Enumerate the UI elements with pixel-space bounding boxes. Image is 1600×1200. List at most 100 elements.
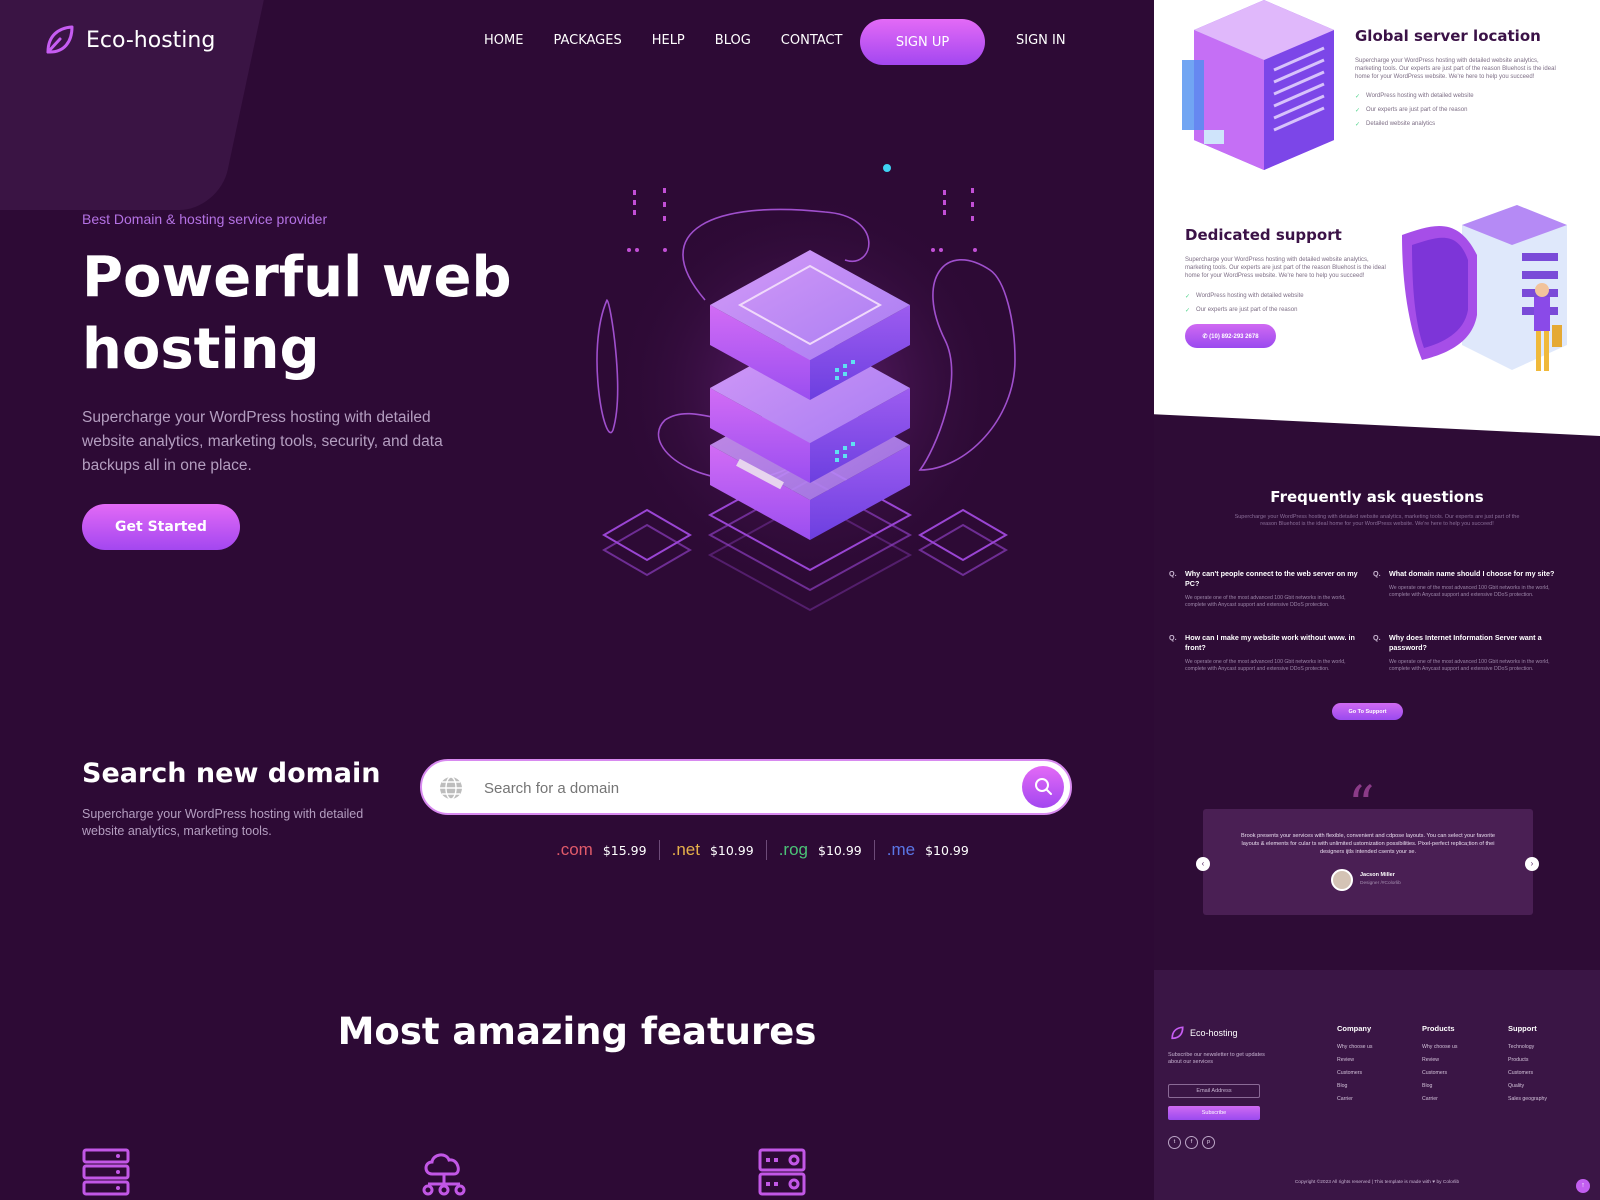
server-rack-icon	[82, 1148, 130, 1196]
phone-number: (10) 892-293 2678	[1209, 333, 1259, 340]
tld-price: $10.99	[709, 842, 754, 858]
check-icon: ✓	[1355, 94, 1361, 100]
footer-link[interactable]: Why choose us	[1337, 1041, 1372, 1054]
global-server-desc: Supercharge your WordPress hosting with …	[1355, 58, 1556, 80]
page-preview-panel: Global server location Supercharge your …	[1154, 0, 1600, 1200]
faq-answer: We operate one of the most advanced 100 …	[1389, 585, 1550, 598]
facebook-icon[interactable]: f	[1185, 1136, 1198, 1149]
subscribe-button[interactable]: Subscribe	[1168, 1106, 1260, 1120]
footer-link[interactable]: Customers	[1337, 1067, 1372, 1080]
leaf-icon	[1171, 1026, 1184, 1040]
chevron-right-icon[interactable]: ›	[1525, 857, 1539, 871]
tld-price: $15.99	[602, 842, 647, 858]
check-icon: ✓	[1185, 308, 1191, 314]
chevron-left-icon[interactable]: ‹	[1196, 857, 1210, 871]
go-to-support-button[interactable]: Go To Support	[1332, 703, 1403, 720]
footer-link[interactable]: Review	[1337, 1054, 1372, 1067]
footer-link[interactable]: Technology	[1508, 1041, 1547, 1054]
search-domain-title: Search new domain	[82, 758, 381, 789]
twitter-icon[interactable]: t	[1168, 1136, 1181, 1149]
domain-search-box	[420, 759, 1072, 815]
nav-blog[interactable]: BLOG	[715, 33, 751, 48]
pinterest-icon[interactable]: p	[1202, 1136, 1215, 1149]
tld-price-list: .com $15.99 .net $10.99 .rog $10.99 .me $10.…	[544, 840, 981, 860]
scroll-top-icon[interactable]: ↑	[1576, 1179, 1590, 1193]
search-domain-description: Supercharge your WordPress hosting with …	[82, 807, 364, 838]
faq-marker: Q.	[1169, 633, 1177, 642]
phone-button[interactable]: ✆ (10) 892-293 2678	[1185, 324, 1276, 348]
nav-contact[interactable]: CONTACT	[781, 33, 843, 48]
footer-link[interactable]: Products	[1508, 1054, 1547, 1067]
server-settings-icon	[758, 1148, 806, 1196]
hero-tagline: Best Domain & hosting service provider	[82, 211, 328, 227]
tld-extension: .me	[886, 840, 916, 859]
faq-subtitle: Supercharge your WordPress hosting with …	[1234, 514, 1520, 527]
feature-list-item: ✓ Our experts are just part of the reason	[1355, 107, 1467, 114]
footer-link[interactable]: Carrier	[1337, 1093, 1372, 1106]
footer-link[interactable]: Blog	[1337, 1080, 1372, 1093]
faq-item[interactable]: Q. Why does Internet Information Server w…	[1373, 633, 1569, 673]
footer-link[interactable]: Carrier	[1422, 1093, 1457, 1106]
check-icon: ✓	[1185, 294, 1191, 300]
footer-column-products: Products Why choose us Review Customers …	[1422, 1024, 1457, 1106]
domain-search-input[interactable]	[484, 771, 984, 805]
page: Eco-hosting HOME PACKAGES HELP BLOG CONT…	[0, 0, 1600, 1200]
tld-item[interactable]: .rog $10.99	[767, 840, 875, 860]
footer-link[interactable]: Customers	[1508, 1067, 1547, 1080]
faq-item[interactable]: Q. How can I make my website work without…	[1169, 633, 1365, 673]
get-started-button[interactable]: Get Started	[82, 504, 240, 550]
tld-extension: .rog	[778, 840, 808, 859]
faq-question: How can I make my website work without w…	[1185, 633, 1355, 652]
faq-answer: We operate one of the most advanced 100 …	[1389, 659, 1550, 672]
footer-column-title: Company	[1337, 1024, 1372, 1033]
footer: Eco-hosting Subscribe our newsletter to …	[1154, 970, 1600, 1200]
faq-question: What domain name should I choose for my …	[1389, 569, 1555, 578]
nav-home[interactable]: HOME	[484, 33, 523, 48]
newsletter-email-input[interactable]: Email Address	[1168, 1084, 1260, 1098]
footer-link[interactable]: Why choose us	[1422, 1041, 1457, 1054]
footer-logo[interactable]: Eco-hosting	[1170, 1026, 1238, 1040]
server-stack-illustration	[596, 164, 1016, 612]
signin-link[interactable]: SIGN IN	[1016, 33, 1066, 48]
avatar	[1331, 869, 1353, 891]
faq-question: Why does Internet Information Server wan…	[1389, 633, 1542, 652]
footer-link[interactable]: Review	[1422, 1054, 1457, 1067]
tld-item[interactable]: .net $10.99	[660, 840, 767, 860]
footer-link[interactable]: Quality	[1508, 1080, 1547, 1093]
brand-name: Eco-hosting	[86, 27, 216, 53]
testimonial-card: Brook presents your services with flexib…	[1203, 809, 1533, 915]
tld-item[interactable]: .me $10.99	[875, 840, 981, 860]
faq-item[interactable]: Q. What domain name should I choose for m…	[1373, 569, 1569, 599]
nav-help[interactable]: HELP	[652, 33, 685, 48]
tld-item[interactable]: .com $15.99	[544, 840, 660, 860]
newsletter-text: Subscribe our newsletter to get updates …	[1168, 1052, 1265, 1065]
feature-text: Our experts are just part of the reason	[1196, 307, 1298, 313]
globe-icon	[440, 776, 462, 800]
main-landing-panel: Eco-hosting HOME PACKAGES HELP BLOG CONT…	[0, 0, 1154, 1200]
testimonial-role: Designer /#Colorlib	[1360, 881, 1401, 886]
footer-link[interactable]: Blog	[1422, 1080, 1457, 1093]
global-server-title: Global server location	[1355, 27, 1541, 45]
footer-link[interactable]: Sales geography	[1508, 1093, 1547, 1106]
testimonial-text: Brook presents your services with flexib…	[1240, 833, 1496, 855]
feature-text: WordPress hosting with detailed website	[1196, 293, 1304, 299]
features-title: Most amazing features	[337, 1010, 817, 1053]
domain-search-button[interactable]	[1022, 766, 1064, 808]
faq-item[interactable]: Q. Why can't people connect to the web se…	[1169, 569, 1365, 609]
footer-link[interactable]: Customers	[1422, 1067, 1457, 1080]
dedicated-support-title: Dedicated support	[1185, 226, 1342, 244]
brand-logo[interactable]: Eco-hosting	[44, 24, 215, 56]
testimonial-name: Jacson Miller	[1360, 872, 1395, 878]
feature-list-item: ✓ Detailed website analytics	[1355, 121, 1435, 128]
nav-packages[interactable]: PACKAGES	[553, 33, 621, 48]
search-icon	[1035, 777, 1052, 795]
tld-extension: .net	[671, 840, 700, 859]
signup-button[interactable]: SIGN UP	[860, 19, 985, 65]
faq-title: Frequently ask questions	[1270, 488, 1484, 506]
feature-text: Our experts are just part of the reason	[1366, 107, 1468, 113]
faq-answer: We operate one of the most advanced 100 …	[1185, 659, 1346, 672]
faq-marker: Q.	[1169, 569, 1177, 578]
support-shield-illustration	[1402, 205, 1567, 371]
footer-brand-name: Eco-hosting	[1190, 1028, 1238, 1038]
feature-list-item: ✓ Our experts are just part of the reason	[1185, 307, 1297, 314]
